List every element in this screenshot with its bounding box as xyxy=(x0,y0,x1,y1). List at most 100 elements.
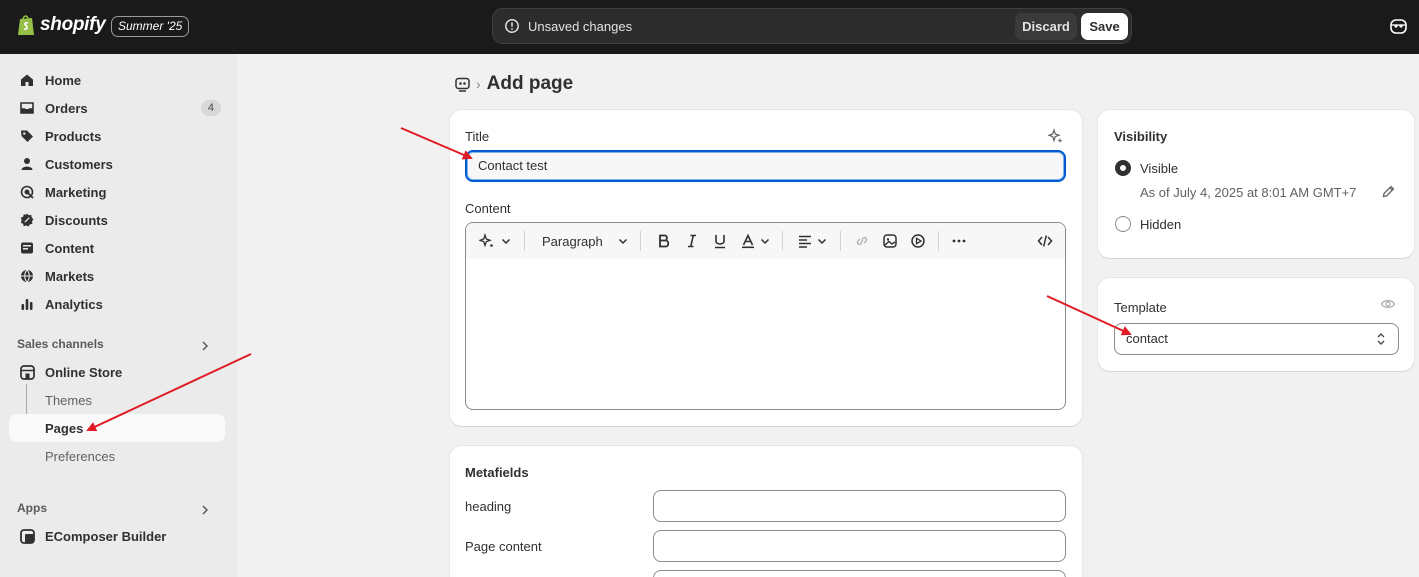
unsaved-changes-text: Unsaved changes xyxy=(528,19,633,34)
home-icon xyxy=(19,72,35,88)
visibility-date: As of July 4, 2025 at 8:01 AM GMT+7 xyxy=(1140,185,1357,200)
shopify-logo[interactable]: shopify xyxy=(17,14,106,36)
save-button[interactable]: Save xyxy=(1081,13,1128,40)
insert-image-button[interactable] xyxy=(882,232,898,250)
edition-badge[interactable]: Summer '25 xyxy=(111,16,190,37)
sparkle-icon[interactable] xyxy=(1048,128,1064,144)
metafield-page-content-input[interactable] xyxy=(653,530,1066,562)
content-label: Content xyxy=(465,201,511,216)
italic-icon xyxy=(688,234,696,248)
rich-text-editor[interactable]: Paragraph xyxy=(465,222,1066,410)
title-label: Title xyxy=(465,129,490,144)
sidebar-item-label: Markets xyxy=(45,268,95,284)
sparkle-icon xyxy=(479,233,493,248)
toolbar-divider xyxy=(782,231,783,251)
sidebar-item-home[interactable]: Home xyxy=(9,66,225,94)
pages-icon[interactable] xyxy=(455,77,470,92)
show-html-button[interactable] xyxy=(1037,232,1053,250)
shopify-bag-icon xyxy=(18,15,34,35)
chevron-down-icon xyxy=(501,238,511,245)
sidebar-item-analytics[interactable]: Analytics xyxy=(9,290,225,318)
top-bar: shopify Summer '25 Unsaved changes Disca… xyxy=(0,0,1419,54)
orders-count-badge: 4 xyxy=(200,100,221,116)
code-icon xyxy=(1037,235,1053,247)
bold-icon xyxy=(659,234,670,248)
sidebar-item-label: Products xyxy=(45,128,102,144)
metafield-heading-input[interactable] xyxy=(653,490,1066,522)
link-icon xyxy=(856,236,868,246)
template-card: Template contact xyxy=(1098,278,1414,371)
sidebar-item-products[interactable]: Products xyxy=(9,122,225,150)
sidebar-item-label: Online Store xyxy=(45,364,123,380)
editor-toolbar: Paragraph xyxy=(466,223,1065,259)
sidebar-subitem-pages[interactable]: Pages xyxy=(9,414,225,442)
sidebar-subitem-label: Themes xyxy=(45,392,92,408)
sidebar-item-marketing[interactable]: Marketing xyxy=(9,178,225,206)
sidebar-subitem-themes[interactable]: Themes xyxy=(9,386,225,414)
underline-button[interactable] xyxy=(712,232,728,250)
apps-heading[interactable]: Apps xyxy=(17,501,47,515)
sidebar-item-content[interactable]: Content xyxy=(9,234,225,262)
sidebar-item-label: Content xyxy=(45,240,95,256)
sidebar-item-orders[interactable]: Orders 4 xyxy=(9,94,225,122)
more-horizontal-icon xyxy=(952,239,966,243)
paragraph-select-value: Paragraph xyxy=(542,233,603,249)
sidebar-subitem-label: Pages xyxy=(45,420,84,436)
italic-button[interactable] xyxy=(684,232,700,250)
sidebar-item-online-store[interactable]: Online Store xyxy=(9,358,225,386)
store-avatar-icon[interactable] xyxy=(1389,17,1408,36)
bold-button[interactable] xyxy=(656,232,672,250)
target-icon xyxy=(19,184,35,200)
paragraph-select[interactable]: Paragraph xyxy=(542,232,629,250)
toolbar-divider xyxy=(640,231,641,251)
sidebar-item-ecomposer[interactable]: EComposer Builder xyxy=(9,522,225,550)
alert-circle-icon xyxy=(505,19,519,33)
play-circle-icon xyxy=(911,234,925,248)
breadcrumb-chevron-icon: › xyxy=(476,76,481,92)
metafield-input[interactable] xyxy=(653,570,1066,577)
eye-icon[interactable] xyxy=(1380,296,1396,312)
sidebar-item-markets[interactable]: Markets xyxy=(9,262,225,290)
chevron-right-icon[interactable] xyxy=(199,340,211,352)
template-select[interactable]: contact xyxy=(1114,323,1399,355)
sidebar-item-label: Customers xyxy=(45,156,113,172)
sidebar-item-label: Marketing xyxy=(45,184,107,200)
metafield-page-content-label: Page content xyxy=(465,539,542,554)
visible-label[interactable]: Visible xyxy=(1140,161,1178,176)
page-title: Add page xyxy=(486,73,574,94)
sidebar-subitem-label: Preferences xyxy=(45,448,116,464)
sidebar-item-label: Orders xyxy=(45,100,88,116)
visibility-card: Visibility Visible As of July 4, 2025 at… xyxy=(1098,110,1414,258)
discard-button[interactable]: Discard xyxy=(1015,13,1077,40)
chevron-right-icon[interactable] xyxy=(199,504,211,516)
sidebar-item-discounts[interactable]: Discounts xyxy=(9,206,225,234)
more-options-button[interactable] xyxy=(951,232,967,250)
page-content-card: Title Contact test Content Paragraph xyxy=(450,110,1082,426)
metafields-heading: Metafields xyxy=(465,465,529,480)
chevron-down-icon xyxy=(817,238,827,245)
sidebar-item-customers[interactable]: Customers xyxy=(9,150,225,178)
hidden-radio[interactable] xyxy=(1115,216,1131,232)
sidebar-item-label: Home xyxy=(45,72,82,88)
title-input[interactable]: Contact test xyxy=(465,150,1066,182)
visibility-heading: Visibility xyxy=(1114,129,1168,144)
ai-generate-button[interactable] xyxy=(479,232,512,250)
text-color-button[interactable] xyxy=(740,232,771,250)
ecomposer-app-icon xyxy=(19,528,35,544)
visible-radio[interactable] xyxy=(1115,160,1131,176)
content-icon xyxy=(19,240,35,256)
insert-video-button[interactable] xyxy=(910,232,926,250)
chevron-down-icon xyxy=(760,238,770,245)
align-button[interactable] xyxy=(797,232,828,250)
tag-icon xyxy=(19,128,35,144)
hidden-label[interactable]: Hidden xyxy=(1140,217,1181,232)
link-button[interactable] xyxy=(854,232,870,250)
metafield-heading-label: heading xyxy=(465,499,512,514)
text-color-icon xyxy=(742,233,754,249)
store-icon xyxy=(19,364,35,380)
pencil-icon[interactable] xyxy=(1381,184,1396,199)
sales-channels-heading[interactable]: Sales channels xyxy=(17,337,104,351)
sidebar-item-label: Discounts xyxy=(45,212,108,228)
sidebar-subitem-preferences[interactable]: Preferences xyxy=(9,442,225,470)
align-left-icon xyxy=(799,235,811,248)
